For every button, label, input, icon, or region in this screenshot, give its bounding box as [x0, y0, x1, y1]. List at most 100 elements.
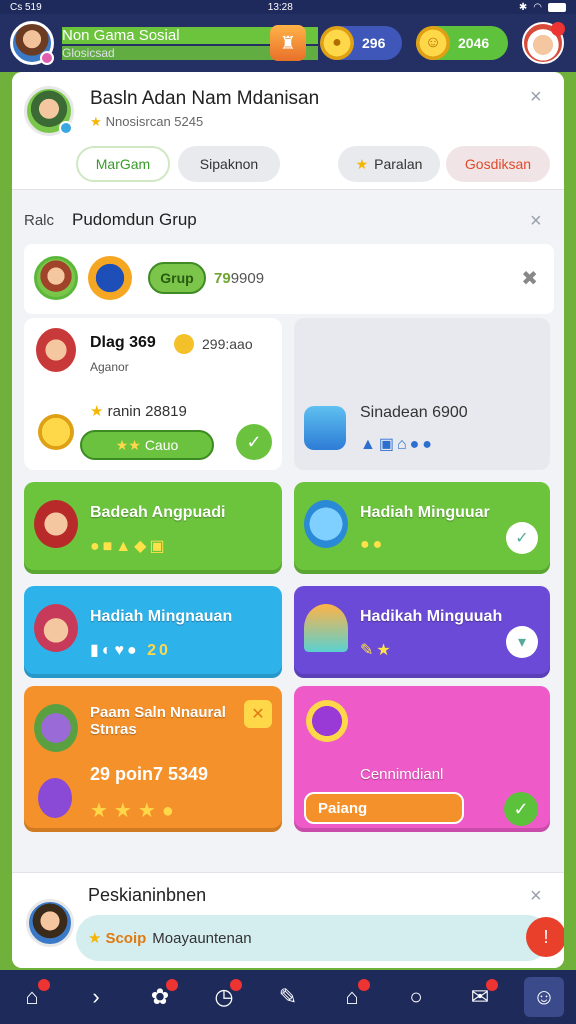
brush-icon: ✎ — [278, 984, 298, 1009]
chevron-right-icon: › — [92, 984, 100, 1009]
coin-counter[interactable]: ● 296 — [320, 26, 402, 60]
message-highlight: Scoip — [105, 929, 147, 947]
nav-home[interactable]: ⌂ — [12, 977, 52, 1017]
reward-icons: ▲▣⌂●● — [360, 436, 435, 453]
tile-label: Hadikah Minguuah — [360, 608, 503, 625]
tile-action-button[interactable]: Paiang — [304, 792, 464, 824]
nav-game[interactable]: ✿ — [140, 977, 180, 1017]
status-time: 13:28 — [267, 1, 293, 13]
tile-item-icons: ✎★ — [360, 642, 394, 659]
chip-paralan[interactable]: ★ Paralan — [338, 146, 440, 182]
bottom-card: Peskianinbnen × ★ Scoip Moayauntenan ! — [12, 872, 564, 968]
ice-cream-icon — [304, 604, 348, 652]
tile-hadikah-minguuah[interactable]: Hadikah Minguuah ✎★ ▾ — [294, 586, 550, 678]
close-icon[interactable]: × — [530, 210, 542, 233]
system-icons: ✱ ◠ — [519, 2, 566, 13]
trophy-icon[interactable]: ♜ — [270, 25, 306, 61]
nav-search[interactable]: ○ — [396, 977, 436, 1017]
chip-paralan-label: Paralan — [374, 156, 423, 172]
verified-badge — [59, 121, 73, 135]
gem-counter[interactable]: ☺ 2046 — [416, 26, 508, 60]
star-icon: ★★ — [115, 436, 141, 453]
notification-dot — [230, 979, 242, 991]
group-button[interactable]: Grup — [148, 262, 206, 294]
nav-mail[interactable]: ✉ — [460, 977, 500, 1017]
tile-number: 20 — [147, 642, 171, 659]
signal-icon: ✱ — [518, 1, 528, 13]
tile-item-icons: ●● — [360, 536, 386, 553]
group-row: Grup 799909 ✖ — [24, 244, 554, 314]
notification-dot — [358, 979, 370, 991]
user-sub: Aganor — [90, 360, 129, 374]
star-icon: ★ — [90, 403, 104, 420]
profile-name: Basln Adan Nam Mdanisan — [90, 88, 320, 109]
top-bar: Non Gama Sosial Glosicsad ♜ ● 296 ☺ 2046 — [0, 14, 576, 72]
tools-icon[interactable]: ✖ — [521, 266, 538, 291]
coin-icon — [174, 334, 194, 354]
tile-label: Badeah Angpuadi — [90, 504, 226, 521]
chip-margam[interactable]: MarGam — [76, 146, 170, 182]
check-icon[interactable]: ✓ — [236, 424, 272, 460]
potion-icon — [306, 700, 348, 742]
user-card-button[interactable]: ★★ Cauo — [80, 430, 214, 460]
bottom-avatar[interactable] — [26, 899, 74, 947]
alert-icon[interactable]: ! — [526, 917, 564, 957]
section-prefix: Ralc — [24, 212, 55, 229]
wifi-icon: ◠ — [533, 1, 542, 13]
battery-icon — [548, 2, 566, 12]
shop-icon: ⌂ — [345, 984, 359, 1009]
notification-dot — [166, 979, 178, 991]
user-value: 299:aao — [202, 336, 253, 352]
nav-arrow[interactable]: › — [76, 977, 116, 1017]
coin-value: 296 — [362, 35, 386, 51]
close-icon[interactable]: × — [530, 86, 542, 109]
avatar-icon: ☺ — [532, 984, 556, 1009]
chip-sipaknon[interactable]: Sipaknon — [178, 146, 280, 182]
gem-value: 2046 — [458, 35, 490, 51]
nav-brush[interactable]: ✎ — [268, 977, 308, 1017]
sinadean-card[interactable]: Sinadean 6900 ▲▣⌂●● — [294, 318, 550, 470]
group-count-highlight: 79 — [214, 270, 231, 287]
status-left: Cs 519 — [10, 1, 42, 13]
profile-avatar[interactable] — [24, 86, 74, 136]
smiley-coin-icon: ☺ — [416, 26, 450, 60]
balloon-icon — [304, 500, 348, 548]
group-icon[interactable] — [88, 256, 132, 300]
bottom-nav: ⌂ › ✿ ◷ ✎ ⌂ ○ ✉ ☺ — [0, 970, 576, 1024]
status-bar: Cs 519 13:28 ✱ ◠ — [0, 0, 576, 14]
player-avatar[interactable] — [10, 21, 54, 65]
big-coin-icon — [38, 414, 74, 450]
star-icon: ★ — [355, 155, 369, 172]
tile-item-icons: ▮◐♥● 20 — [90, 642, 171, 659]
coin-icon: ● — [320, 26, 354, 60]
group-count: 799909 — [214, 270, 264, 287]
chat-icon[interactable]: ▾ — [506, 626, 538, 658]
tile-label: Cennimdianl — [360, 766, 444, 783]
tile-cennimdianl[interactable]: Cennimdianl Paiang ✓ — [294, 686, 550, 832]
section-heading: Pudomdun Grup — [72, 210, 197, 229]
nav-shop[interactable]: ⌂ — [332, 977, 372, 1017]
tile-hadiah-minguuar[interactable]: Hadiah Minguuar ●● ✓ — [294, 482, 550, 574]
message-bar[interactable]: ★ Scoip Moayauntenan — [76, 915, 550, 961]
tile-hadiah-mingnauan[interactable]: Hadiah Mingnauan ▮◐♥● 20 — [24, 586, 282, 678]
tile-label: Hadiah Mingnauan — [90, 608, 233, 625]
close-icon[interactable]: × — [530, 885, 542, 908]
profile-button[interactable] — [522, 22, 565, 64]
check-icon[interactable]: ✓ — [504, 792, 538, 826]
profile-rating: ★ Nnosisrcan 5245 — [90, 114, 203, 130]
nav-profile[interactable]: ☺ — [524, 977, 564, 1017]
tile-badeah[interactable]: Badeah Angpuadi ●■▲◆▣ — [24, 482, 282, 574]
main-panel: Basln Adan Nam Mdanisan ★ Nnosisrcan 5245… — [12, 72, 564, 968]
tile-paam-saln[interactable]: Paam Saln Nnaural Stnras ✕ 29 poin7 5349… — [24, 686, 282, 832]
profile-card: Basln Adan Nam Mdanisan ★ Nnosisrcan 5245… — [12, 72, 564, 190]
user-name: Dlag 369 — [90, 334, 156, 351]
chip-gosdiksan[interactable]: Gosdiksan — [446, 146, 550, 182]
character-icon — [34, 604, 78, 652]
nav-clock[interactable]: ◷ — [204, 977, 244, 1017]
group-count-rest: 9909 — [230, 270, 265, 287]
tile-points: 29 poin7 5349 — [90, 764, 209, 784]
close-icon[interactable]: ✕ — [244, 700, 272, 728]
user-card[interactable]: Dlag 369 299:aao Aganor ★ ranin 28819 ★★… — [24, 318, 282, 470]
group-avatar[interactable] — [34, 256, 78, 300]
chat-icon[interactable]: ✓ — [506, 522, 538, 554]
